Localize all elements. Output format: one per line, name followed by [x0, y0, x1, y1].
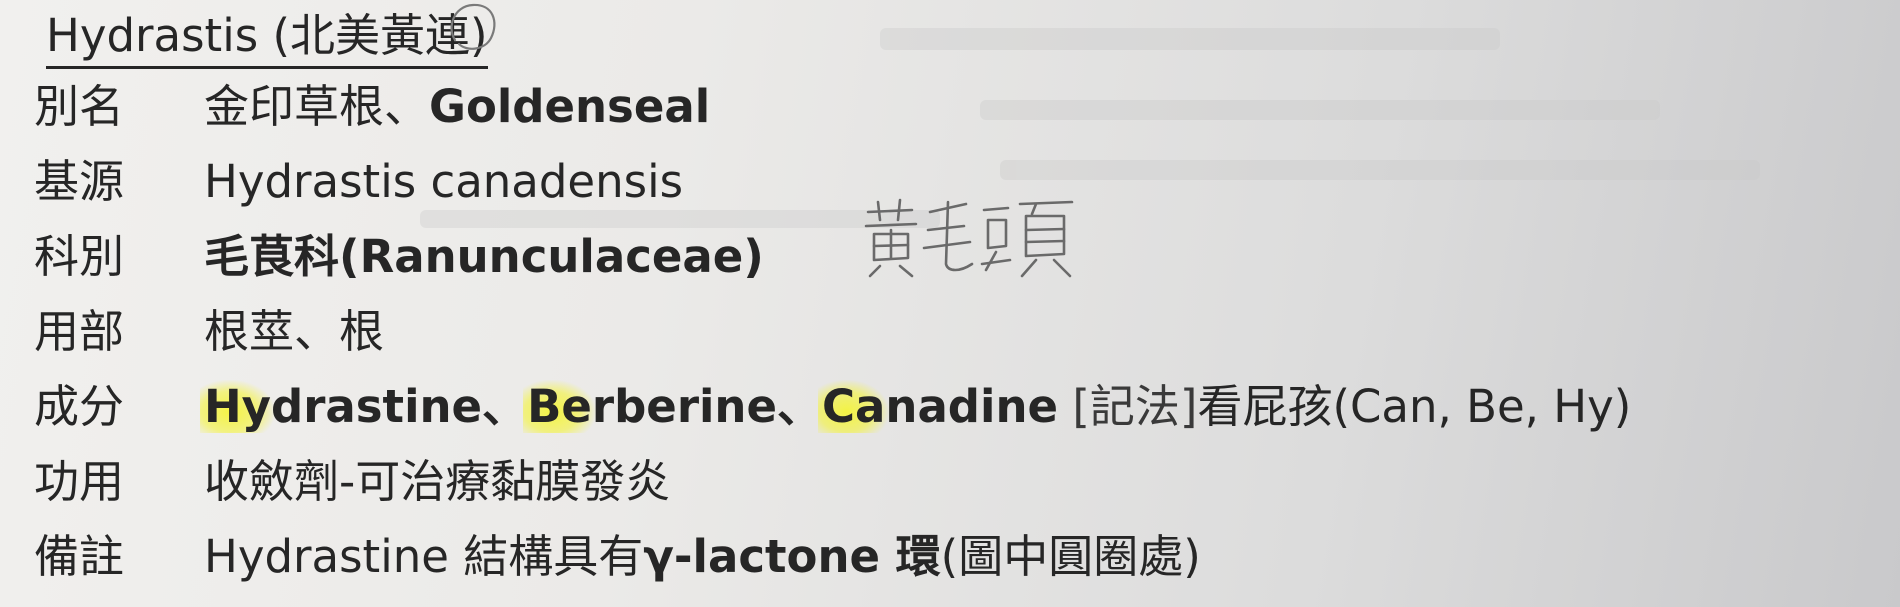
highlighted-text: Hy	[200, 380, 275, 433]
highlighted-text: Be	[523, 380, 596, 433]
field-value-text: γ-lactone 環	[643, 530, 941, 583]
field-value-text: 金印草根、	[204, 80, 430, 133]
field-value: 收斂劑-可治療黏膜發炎	[204, 444, 670, 519]
document-page: Hydrastis (北美黃連) 別名 金印草根、Goldenseal 基源 Hydr…	[34, 6, 1884, 594]
field-value: 毛茛科(Ranunculaceae)	[204, 219, 764, 294]
field-value-text: Hydrastine 結構具有	[204, 530, 644, 583]
field-value-text: drastine、	[271, 380, 528, 433]
field-value-text: (圖中圓圈處)	[940, 530, 1201, 583]
field-label: 用部	[34, 305, 125, 358]
page-title: Hydrastis (北美黃連)	[46, 6, 488, 69]
field-value: Hydrastine、Berberine、Canadine [記法]看屁孩(Ca…	[200, 369, 1632, 444]
highlighted-text: Ca	[818, 380, 890, 433]
pen-circle-mark	[450, 3, 496, 50]
field-value-text: Hydrastis canadensis	[204, 155, 684, 208]
field-value-text: 收斂劑-可治療黏膜發炎	[204, 455, 671, 508]
handwritten-note	[864, 198, 1074, 278]
field-value: Hydrastis canadensis	[204, 144, 683, 219]
field-value-text: 看屁孩(Can, Be, Hy)	[1197, 380, 1632, 433]
field-label: 備註	[34, 530, 125, 583]
field-label: 成分	[34, 380, 125, 433]
field-value-text: Goldenseal	[429, 80, 711, 133]
field-value-text: nadine	[885, 380, 1059, 433]
field-row: 別名 金印草根、Goldenseal	[34, 69, 1884, 144]
field-value: 金印草根、Goldenseal	[204, 69, 710, 144]
field-label: 科別	[34, 230, 125, 283]
field-row: 成分 Hydrastine、Berberine、Canadine [記法]看屁孩(…	[34, 369, 1884, 444]
field-value-text: 毛茛科(Ranunculaceae)	[204, 230, 764, 283]
field-row: 用部 根莖、根	[34, 294, 1884, 369]
field-list: 別名 金印草根、Goldenseal 基源 Hydrastis canadensis 科…	[34, 69, 1884, 594]
field-value-text: [記法]	[1058, 380, 1198, 433]
field-value-text: rberine、	[591, 380, 822, 433]
field-label: 功用	[34, 455, 125, 508]
field-value: Hydrastine 結構具有γ-lactone 環(圖中圓圈處)	[204, 519, 1201, 594]
field-value: 根莖、根	[204, 294, 384, 369]
field-label: 別名	[34, 80, 125, 133]
field-row: 備註 Hydrastine 結構具有γ-lactone 環(圖中圓圈處)	[34, 519, 1884, 594]
field-label: 基源	[34, 155, 125, 208]
field-row: 功用 收斂劑-可治療黏膜發炎	[34, 444, 1884, 519]
field-value-text: 根莖、根	[204, 305, 385, 358]
